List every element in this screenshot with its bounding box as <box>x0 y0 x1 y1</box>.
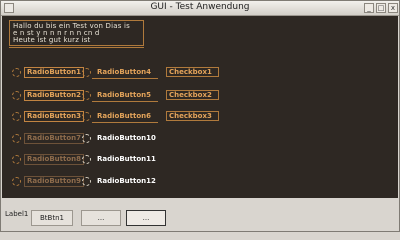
radio-underline <box>92 101 158 102</box>
radio-indicator <box>12 68 21 77</box>
button-3[interactable]: ... <box>126 210 166 226</box>
checkbox-3[interactable]: Checkbox3 <box>166 111 219 121</box>
radio-label: RadioButton6 <box>97 112 152 120</box>
main-panel: Hallo du bis ein Test von Dias is e n st… <box>2 16 398 198</box>
minimize-button[interactable]: _ <box>364 3 374 13</box>
radio-underline <box>92 78 158 79</box>
radio-indicator <box>12 91 21 100</box>
radio-label: RadioButton7 <box>24 133 85 144</box>
checkbox-2[interactable]: Checkbox2 <box>166 90 219 100</box>
radio-indicator <box>82 68 91 77</box>
radio-indicator <box>82 91 91 100</box>
checkbox-label: Checkbox3 <box>169 112 212 120</box>
close-button[interactable]: x <box>388 3 398 13</box>
radio-indicator <box>12 112 21 121</box>
radio-indicator <box>12 134 21 143</box>
text-line: Heute ist gut kurz ist <box>13 36 91 44</box>
radio-indicator <box>82 177 91 186</box>
checkbox-1[interactable]: Checkbox1 <box>166 67 219 77</box>
app-window: GUI - Test Anwendung _ □ x Hallo du bis … <box>0 0 400 232</box>
button-2[interactable]: ... <box>81 210 121 226</box>
radio-label: RadioButton11 <box>97 155 156 163</box>
text-area[interactable]: Hallo du bis ein Test von Dias is e n st… <box>9 20 144 46</box>
radio-label: RadioButton2 <box>24 90 85 101</box>
radio-label: RadioButton5 <box>97 91 152 99</box>
radio-label: RadioButton8 <box>24 154 85 165</box>
checkbox-label: Checkbox2 <box>169 91 212 99</box>
label1: Label1 <box>5 210 29 218</box>
radio-label: RadioButton4 <box>97 68 152 76</box>
radio-indicator <box>82 112 91 121</box>
text-area-underline <box>9 47 144 48</box>
radio-label: RadioButton12 <box>97 177 156 185</box>
radio-label: RadioButton1 <box>24 67 85 78</box>
radio-indicator <box>12 155 21 164</box>
radio-indicator <box>82 134 91 143</box>
window-title: GUI - Test Anwendung <box>150 2 250 12</box>
btbtn1-button[interactable]: BtBtn1 <box>31 210 73 226</box>
title-bar[interactable]: GUI - Test Anwendung _ □ x <box>1 1 399 16</box>
radio-indicator <box>12 177 21 186</box>
radio-label: RadioButton10 <box>97 134 156 142</box>
radio-underline <box>92 122 158 123</box>
maximize-button[interactable]: □ <box>376 3 386 13</box>
radio-indicator <box>82 155 91 164</box>
radio-label: RadioButton9 <box>24 176 85 187</box>
radio-label: RadioButton3 <box>24 111 85 122</box>
checkbox-label: Checkbox1 <box>169 68 212 76</box>
